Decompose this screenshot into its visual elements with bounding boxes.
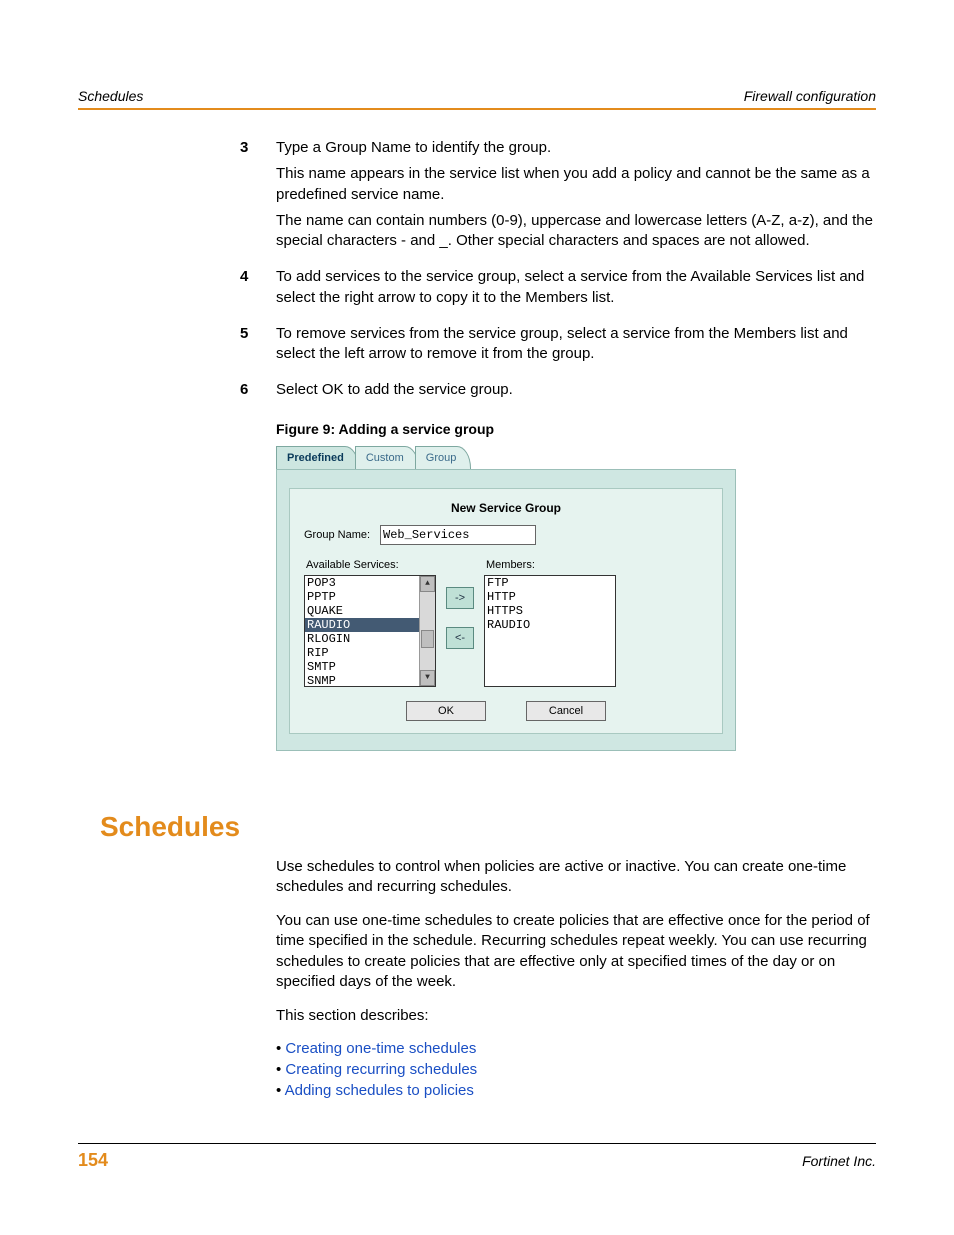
list-item[interactable]: RAUDIO	[305, 618, 435, 632]
list-item[interactable]: HTTPS	[485, 604, 615, 618]
list-item[interactable]: RIP	[305, 646, 435, 660]
step-text: Select OK to add the service group.	[276, 380, 513, 400]
figure-service-group: Predefined Custom Group New Service Grou…	[276, 445, 736, 751]
step-text: To remove services from the service grou…	[276, 324, 876, 365]
header-right: Firewall configuration	[744, 88, 876, 104]
step-number: 3	[240, 138, 276, 257]
page-number: 154	[78, 1150, 108, 1171]
link-adding[interactable]: Adding schedules to policies	[285, 1082, 474, 1099]
step-text: Type a Group Name to identify the group.	[276, 138, 876, 158]
tab-custom[interactable]: Custom	[355, 446, 419, 469]
footer-company: Fortinet Inc.	[802, 1153, 876, 1169]
body-paragraph: Use schedules to control when policies a…	[276, 857, 876, 898]
list-item[interactable]: FTP	[485, 576, 615, 590]
panel-title: New Service Group	[304, 501, 708, 515]
body-paragraph: You can use one-time schedules to create…	[276, 911, 876, 992]
link-one-time[interactable]: Creating one-time schedules	[285, 1040, 476, 1057]
scroll-up-icon[interactable]: ▲	[420, 576, 435, 592]
step-text: The name can contain numbers (0-9), uppe…	[276, 211, 876, 252]
group-name-input[interactable]	[380, 525, 536, 545]
move-left-button[interactable]: <-	[446, 627, 474, 649]
footer-rule	[78, 1143, 876, 1144]
section-heading: Schedules	[100, 811, 876, 843]
members-label: Members:	[486, 559, 616, 571]
step-number: 6	[240, 380, 276, 406]
available-services-list[interactable]: POP3PPTPQUAKERAUDIORLOGINRIPSMTPSNMP ▲ ▼	[304, 575, 436, 687]
scrollbar[interactable]: ▲ ▼	[419, 576, 435, 686]
header-left: Schedules	[78, 88, 143, 104]
step-3: 3 Type a Group Name to identify the grou…	[240, 138, 876, 257]
body-paragraph: This section describes:	[276, 1006, 876, 1026]
list-item[interactable]: QUAKE	[305, 604, 435, 618]
step-6: 6 Select OK to add the service group.	[240, 380, 876, 406]
list-item[interactable]: HTTP	[485, 590, 615, 604]
step-4: 4 To add services to the service group, …	[240, 267, 876, 314]
group-name-label: Group Name:	[304, 529, 370, 541]
available-label: Available Services:	[306, 559, 436, 571]
list-item[interactable]: SMTP	[305, 660, 435, 674]
scroll-down-icon[interactable]: ▼	[420, 670, 435, 686]
link-recurring[interactable]: Creating recurring schedules	[285, 1061, 477, 1078]
step-number: 5	[240, 324, 276, 371]
cancel-button[interactable]: Cancel	[526, 701, 606, 721]
scroll-thumb[interactable]	[421, 630, 434, 648]
list-item[interactable]: POP3	[305, 576, 435, 590]
list-item[interactable]: SNMP	[305, 674, 435, 687]
tab-group[interactable]: Group	[415, 446, 472, 469]
step-text: This name appears in the service list wh…	[276, 164, 876, 205]
list-item[interactable]: PPTP	[305, 590, 435, 604]
ok-button[interactable]: OK	[406, 701, 486, 721]
tab-predefined[interactable]: Predefined	[276, 446, 359, 469]
list-item[interactable]: RLOGIN	[305, 632, 435, 646]
step-text: To add services to the service group, se…	[276, 267, 876, 308]
step-5: 5 To remove services from the service gr…	[240, 324, 876, 371]
list-item[interactable]: RAUDIO	[485, 618, 615, 632]
header-rule	[78, 108, 876, 110]
figure-caption: Figure 9: Adding a service group	[276, 421, 876, 437]
move-right-button[interactable]: ->	[446, 587, 474, 609]
step-number: 4	[240, 267, 276, 314]
members-list[interactable]: FTPHTTPHTTPSRAUDIO	[484, 575, 616, 687]
